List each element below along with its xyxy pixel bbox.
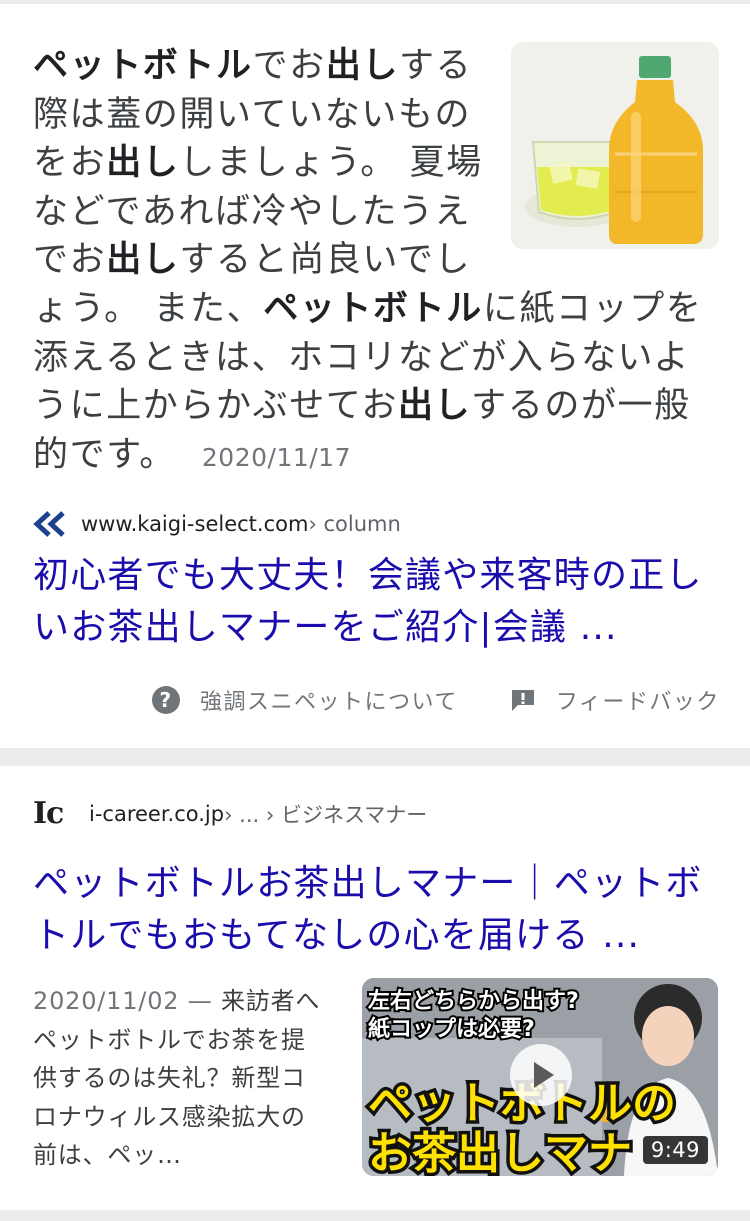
snippet-highlight: 出し [397, 386, 472, 427]
play-icon[interactable] [510, 1044, 572, 1106]
result1-site-url: www.kaigi-select.com [81, 512, 309, 536]
video-duration: 9:49 [642, 1136, 708, 1164]
question-circle-icon[interactable]: ? [152, 686, 180, 714]
snippet-highlight: 出し [325, 46, 400, 86]
result2-site-row[interactable]: Ic i-career.co.jp › ... › ビジネスマナー [33, 796, 427, 831]
result2-site-url: i-career.co.jp [89, 801, 225, 826]
search-result-card: Ic i-career.co.jp › ... › ビジネスマナー ペットボトル… [0, 766, 750, 1210]
video-caption-line1: 左右どちらから出す? [368, 988, 579, 1014]
video-thumbnail[interactable]: 左右どちらから出す? 紙コップは必要? ペットボトルの お茶出しマナ 9:49 [362, 978, 718, 1176]
snippet-highlight: 出し [106, 240, 180, 281]
video-caption-line2: 紙コップは必要? [368, 1016, 535, 1042]
featured-snippet-text: ペットボトルでお出しする際は蓋の開いていないものをお出ししましょう。 夏場などで… [33, 42, 719, 482]
feedback-link[interactable]: フィードバック [556, 684, 720, 716]
tea-bottle-image[interactable] [511, 42, 719, 249]
about-featured-snippets-link[interactable]: 強調スニペットについて [200, 684, 458, 716]
snippet-text: でお [252, 46, 326, 86]
result2-title-link[interactable]: ペットボトルお茶出しマナー｜ペットボトルでもおもてなしの心を届ける ... [33, 858, 723, 962]
result2-breadcrumb: › ... › ビジネスマナー [224, 802, 428, 827]
result1-site-row[interactable]: www.kaigi-select.com › column [33, 510, 401, 538]
tea-bottle-and-glass-image [511, 42, 719, 249]
i-career-logo-icon: Ic [33, 796, 64, 831]
featured-snippet-card: ペットボトルでお出しする際は蓋の開いていないものをお出ししましょう。 夏場などで… [0, 4, 750, 748]
result2-date: 2020/11/02 [33, 987, 180, 1015]
snippet-date: 2020/11/17 [201, 442, 351, 472]
feedback-row: ? 強調スニペットについて フィードバック [152, 684, 720, 716]
snippet-highlight: ペットボトル [33, 46, 253, 86]
result1-title-link[interactable]: 初心者でも大丈夫！会議や来客時の正しいお茶出しマナーをご紹介|会議 ... [33, 550, 723, 654]
snippet-highlight: 出し [106, 143, 180, 184]
double-chevron-logo-icon [33, 511, 65, 537]
feedback-icon[interactable] [510, 688, 536, 712]
date-separator: — [179, 987, 221, 1015]
snippet-highlight: ペットボトル [263, 288, 483, 329]
result2-description: 2020/11/02 — 来訪者へペットボトルでお茶を提供するのは失礼？新型コロ… [33, 982, 323, 1175]
video-big-line2: お茶出しマナ [368, 1128, 632, 1176]
result1-breadcrumb: › column [308, 512, 401, 536]
